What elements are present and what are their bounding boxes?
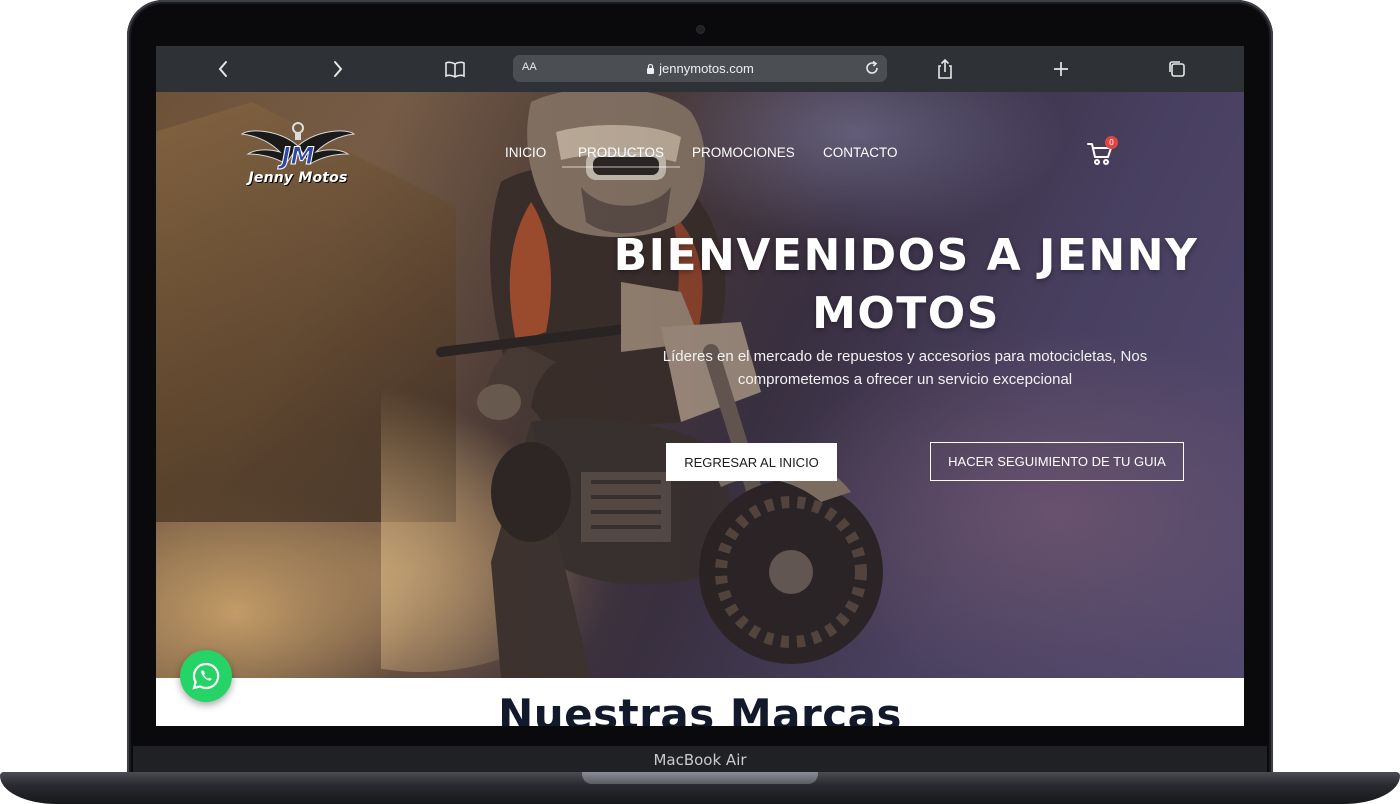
new-tab-button[interactable] [1041,46,1081,92]
hero-section: JM Jenny Motos INICIO PRODUCTOS PROMOCIO… [156,92,1244,678]
lock-icon [647,63,655,74]
winged-logo-icon: JM [240,122,356,171]
nav-inicio[interactable]: INICIO [505,145,546,160]
logo-mark: JM [278,142,315,170]
laptop-chin: MacBook Air [133,746,1267,774]
book-icon [445,61,465,78]
chevron-left-icon [218,61,227,77]
tabs-button[interactable] [1157,46,1197,92]
bookmarks-button[interactable] [435,46,475,92]
hero-title: BIENVENIDOS A JENNY MOTOS [613,230,1199,339]
laptop-notch [582,772,818,784]
url-text: jennymotos.com [659,61,754,76]
browser-toolbar: AA jennymotos.com [156,46,1244,92]
address-bar[interactable]: AA jennymotos.com [513,55,887,82]
site-logo[interactable]: JM Jenny Motos [230,120,366,190]
chevron-right-icon [334,61,343,77]
whatsapp-icon [192,662,220,690]
whatsapp-button[interactable] [180,650,232,702]
forward-button[interactable] [318,46,358,92]
hero-subtitle: Líderes en el mercado de repuestos y acc… [662,348,1148,388]
nav-productos[interactable]: PRODUCTOS [561,145,681,168]
reload-icon[interactable] [863,59,881,77]
brands-title: Nuestras Marcas [498,690,902,726]
tabs-icon [1169,61,1185,77]
logo-text: Jenny Motos [248,170,348,186]
plus-icon [1054,62,1068,76]
device-label: MacBook Air [653,751,747,769]
nav-contacto[interactable]: CONTACTO [823,145,898,160]
nav-promociones[interactable]: PROMOCIONES [692,145,795,160]
cart-button[interactable]: 0 [1086,136,1118,166]
track-shipment-button[interactable]: HACER SEGUIMIENTO DE TU GUIA [930,442,1184,481]
share-button[interactable] [925,46,965,92]
share-icon [938,58,952,79]
url-display: jennymotos.com [513,61,887,76]
camera-icon [697,26,704,33]
cart-count-badge: 0 [1105,136,1118,149]
screen: AA jennymotos.com JM Jenny Motos INICIO … [156,46,1244,726]
back-button[interactable] [203,46,243,92]
back-home-button[interactable]: REGRESAR AL INICIO [666,443,837,481]
